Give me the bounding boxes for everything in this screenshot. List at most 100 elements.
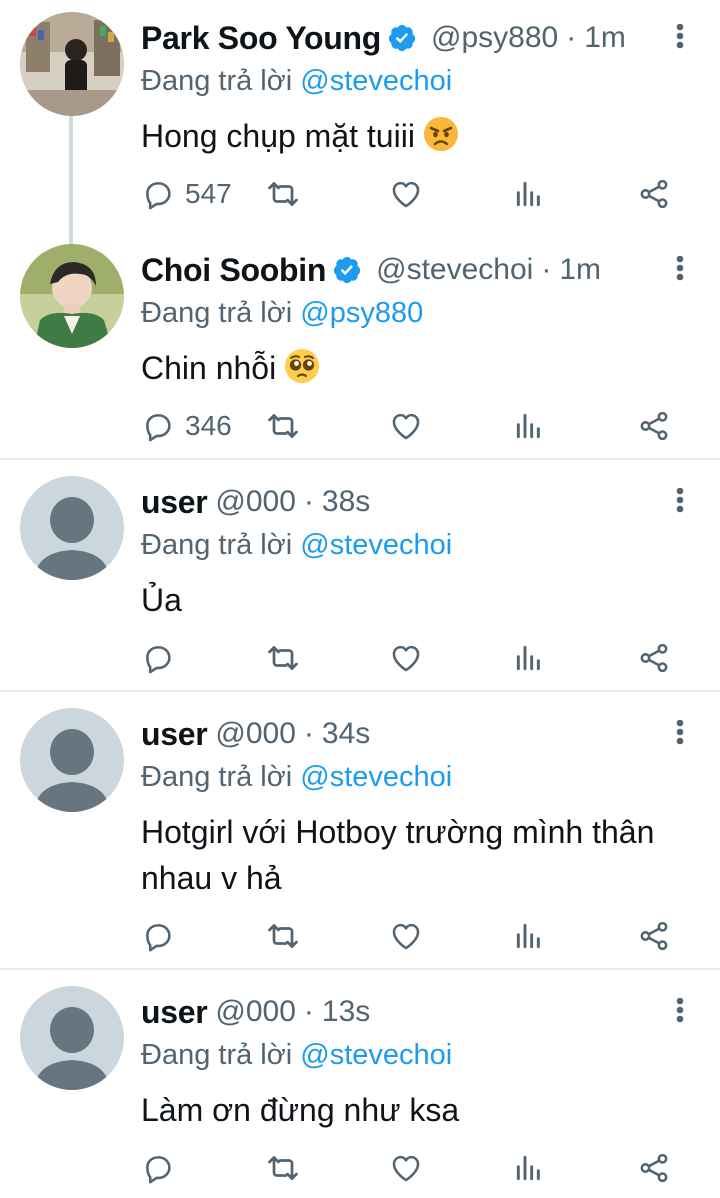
- tweet-text: Chin nhỗi: [141, 345, 700, 396]
- tweet-text: Ủa: [141, 582, 182, 618]
- tweet-5[interactable]: user @000 · 13s Đang trả lời @stevechoi …: [0, 974, 720, 1198]
- reply-count: 547: [185, 178, 232, 209]
- retweet-button[interactable]: [265, 1146, 301, 1190]
- separator-dot: ·: [566, 21, 577, 54]
- tweet-text-content: Hong chụp mặt tuiii: [141, 118, 415, 154]
- display-name[interactable]: user: [141, 994, 208, 1031]
- reply-button[interactable]: 547: [141, 172, 232, 216]
- timestamp[interactable]: 34s: [322, 717, 370, 751]
- user-handle[interactable]: @psy880: [431, 21, 558, 55]
- pleading-face-emoji-icon: [284, 348, 320, 396]
- replying-to-label: Đang trả lời: [141, 65, 293, 97]
- views-icon[interactable]: [513, 636, 545, 680]
- tweet-actions: 547: [141, 172, 681, 216]
- default-avatar[interactable]: [20, 708, 124, 812]
- separator-dot: ·: [303, 995, 314, 1028]
- angry-face-emoji-icon: [423, 116, 459, 164]
- tweet-header: Park Soo Young @psy880 · 1m: [141, 16, 700, 60]
- replying-to-mention[interactable]: @stevechoi: [300, 65, 452, 97]
- default-avatar[interactable]: [20, 986, 124, 1090]
- avatar[interactable]: [20, 244, 124, 348]
- views-icon[interactable]: [513, 914, 545, 958]
- more-options-icon[interactable]: [660, 248, 700, 288]
- retweet-button[interactable]: [265, 172, 301, 216]
- tweet-1[interactable]: Park Soo Young @psy880 · 1m Đang trả lời…: [0, 0, 720, 232]
- tweet-content: Park Soo Young @psy880 · 1m Đang trả lời…: [141, 16, 700, 164]
- replying-to-line: Đang trả lời @psy880: [141, 293, 700, 333]
- views-icon[interactable]: [513, 404, 545, 448]
- more-options-icon[interactable]: [660, 16, 700, 56]
- replying-to-mention[interactable]: @stevechoi: [300, 761, 452, 793]
- user-handle[interactable]: @stevechoi: [376, 253, 533, 287]
- display-name[interactable]: user: [141, 484, 208, 521]
- share-icon[interactable]: [637, 172, 671, 216]
- timestamp[interactable]: 13s: [322, 995, 370, 1029]
- reply-button[interactable]: 346: [141, 404, 232, 448]
- tweet-divider: [0, 690, 720, 692]
- reply-button[interactable]: [141, 914, 175, 958]
- share-icon[interactable]: [637, 404, 671, 448]
- reply-count: 346: [185, 410, 232, 441]
- share-icon[interactable]: [637, 914, 671, 958]
- tweet-divider: [0, 458, 720, 460]
- views-icon[interactable]: [513, 1146, 545, 1190]
- views-icon[interactable]: [513, 172, 545, 216]
- like-button[interactable]: [389, 914, 423, 958]
- tweet-text: Làm ơn đừng như ksa: [141, 1092, 460, 1128]
- retweet-button[interactable]: [265, 404, 301, 448]
- reply-button[interactable]: [141, 636, 175, 680]
- user-handle[interactable]: @000: [215, 995, 296, 1029]
- tweet-header: user @000 · 34s: [141, 712, 700, 756]
- like-button[interactable]: [389, 1146, 423, 1190]
- verified-badge-icon: [387, 23, 417, 53]
- replying-to-mention[interactable]: @stevechoi: [300, 529, 452, 561]
- tweet-2[interactable]: Choi Soobin @stevechoi · 1m Đang trả lời…: [0, 232, 720, 458]
- tweet-header: user @000 · 13s: [141, 990, 700, 1034]
- reply-thread: Park Soo Young @psy880 · 1m Đang trả lời…: [0, 0, 720, 1198]
- replying-to-line: Đang trả lời @stevechoi: [141, 1035, 700, 1075]
- like-button[interactable]: [389, 172, 423, 216]
- default-avatar[interactable]: [20, 476, 124, 580]
- verified-badge-icon: [332, 255, 362, 285]
- tweet-actions: 346: [141, 404, 681, 448]
- tweet-3[interactable]: user @000 · 38s Đang trả lời @stevechoi …: [0, 464, 720, 690]
- tweet-4[interactable]: user @000 · 34s Đang trả lời @stevechoi …: [0, 696, 720, 968]
- replying-to-label: Đang trả lời: [141, 529, 293, 561]
- display-name[interactable]: Choi Soobin: [141, 252, 326, 289]
- separator-dot: ·: [303, 485, 314, 518]
- display-name[interactable]: user: [141, 716, 208, 753]
- timestamp[interactable]: 1m: [559, 253, 601, 287]
- user-handle[interactable]: @000: [215, 717, 296, 751]
- tweet-text: Hong chụp mặt tuiii: [141, 113, 700, 164]
- share-icon[interactable]: [637, 636, 671, 680]
- tweet-divider: [0, 968, 720, 970]
- separator-dot: ·: [303, 717, 314, 750]
- share-icon[interactable]: [637, 1146, 671, 1190]
- user-handle[interactable]: @000: [215, 485, 296, 519]
- separator-dot: ·: [541, 253, 552, 286]
- retweet-button[interactable]: [265, 636, 301, 680]
- like-button[interactable]: [389, 404, 423, 448]
- tweet-actions: [141, 1146, 681, 1190]
- replying-to-mention[interactable]: @psy880: [300, 297, 423, 329]
- more-options-icon[interactable]: [660, 480, 700, 520]
- more-options-icon[interactable]: [660, 990, 700, 1030]
- reply-button[interactable]: [141, 1146, 175, 1190]
- display-name[interactable]: Park Soo Young: [141, 20, 381, 57]
- replying-to-label: Đang trả lời: [141, 1039, 293, 1071]
- tweet-text: Hotgirl với Hotboy trường mình thân nhau…: [141, 814, 655, 896]
- replying-to-line: Đang trả lời @stevechoi: [141, 525, 700, 565]
- like-button[interactable]: [389, 636, 423, 680]
- timestamp[interactable]: 1m: [584, 21, 626, 55]
- tweet-header: Choi Soobin @stevechoi · 1m: [141, 248, 700, 292]
- retweet-button[interactable]: [265, 914, 301, 958]
- tweet-content: user @000 · 13s Đang trả lời @stevechoi …: [141, 990, 700, 1133]
- tweet-content: user @000 · 38s Đang trả lời @stevechoi …: [141, 480, 700, 623]
- more-options-icon[interactable]: [660, 712, 700, 752]
- timestamp[interactable]: 38s: [322, 485, 370, 519]
- replying-to-line: Đang trả lời @stevechoi: [141, 61, 700, 101]
- tweet-actions: [141, 914, 681, 958]
- replying-to-mention[interactable]: @stevechoi: [300, 1039, 452, 1071]
- avatar[interactable]: [20, 12, 124, 116]
- tweet-content: Choi Soobin @stevechoi · 1m Đang trả lời…: [141, 248, 700, 396]
